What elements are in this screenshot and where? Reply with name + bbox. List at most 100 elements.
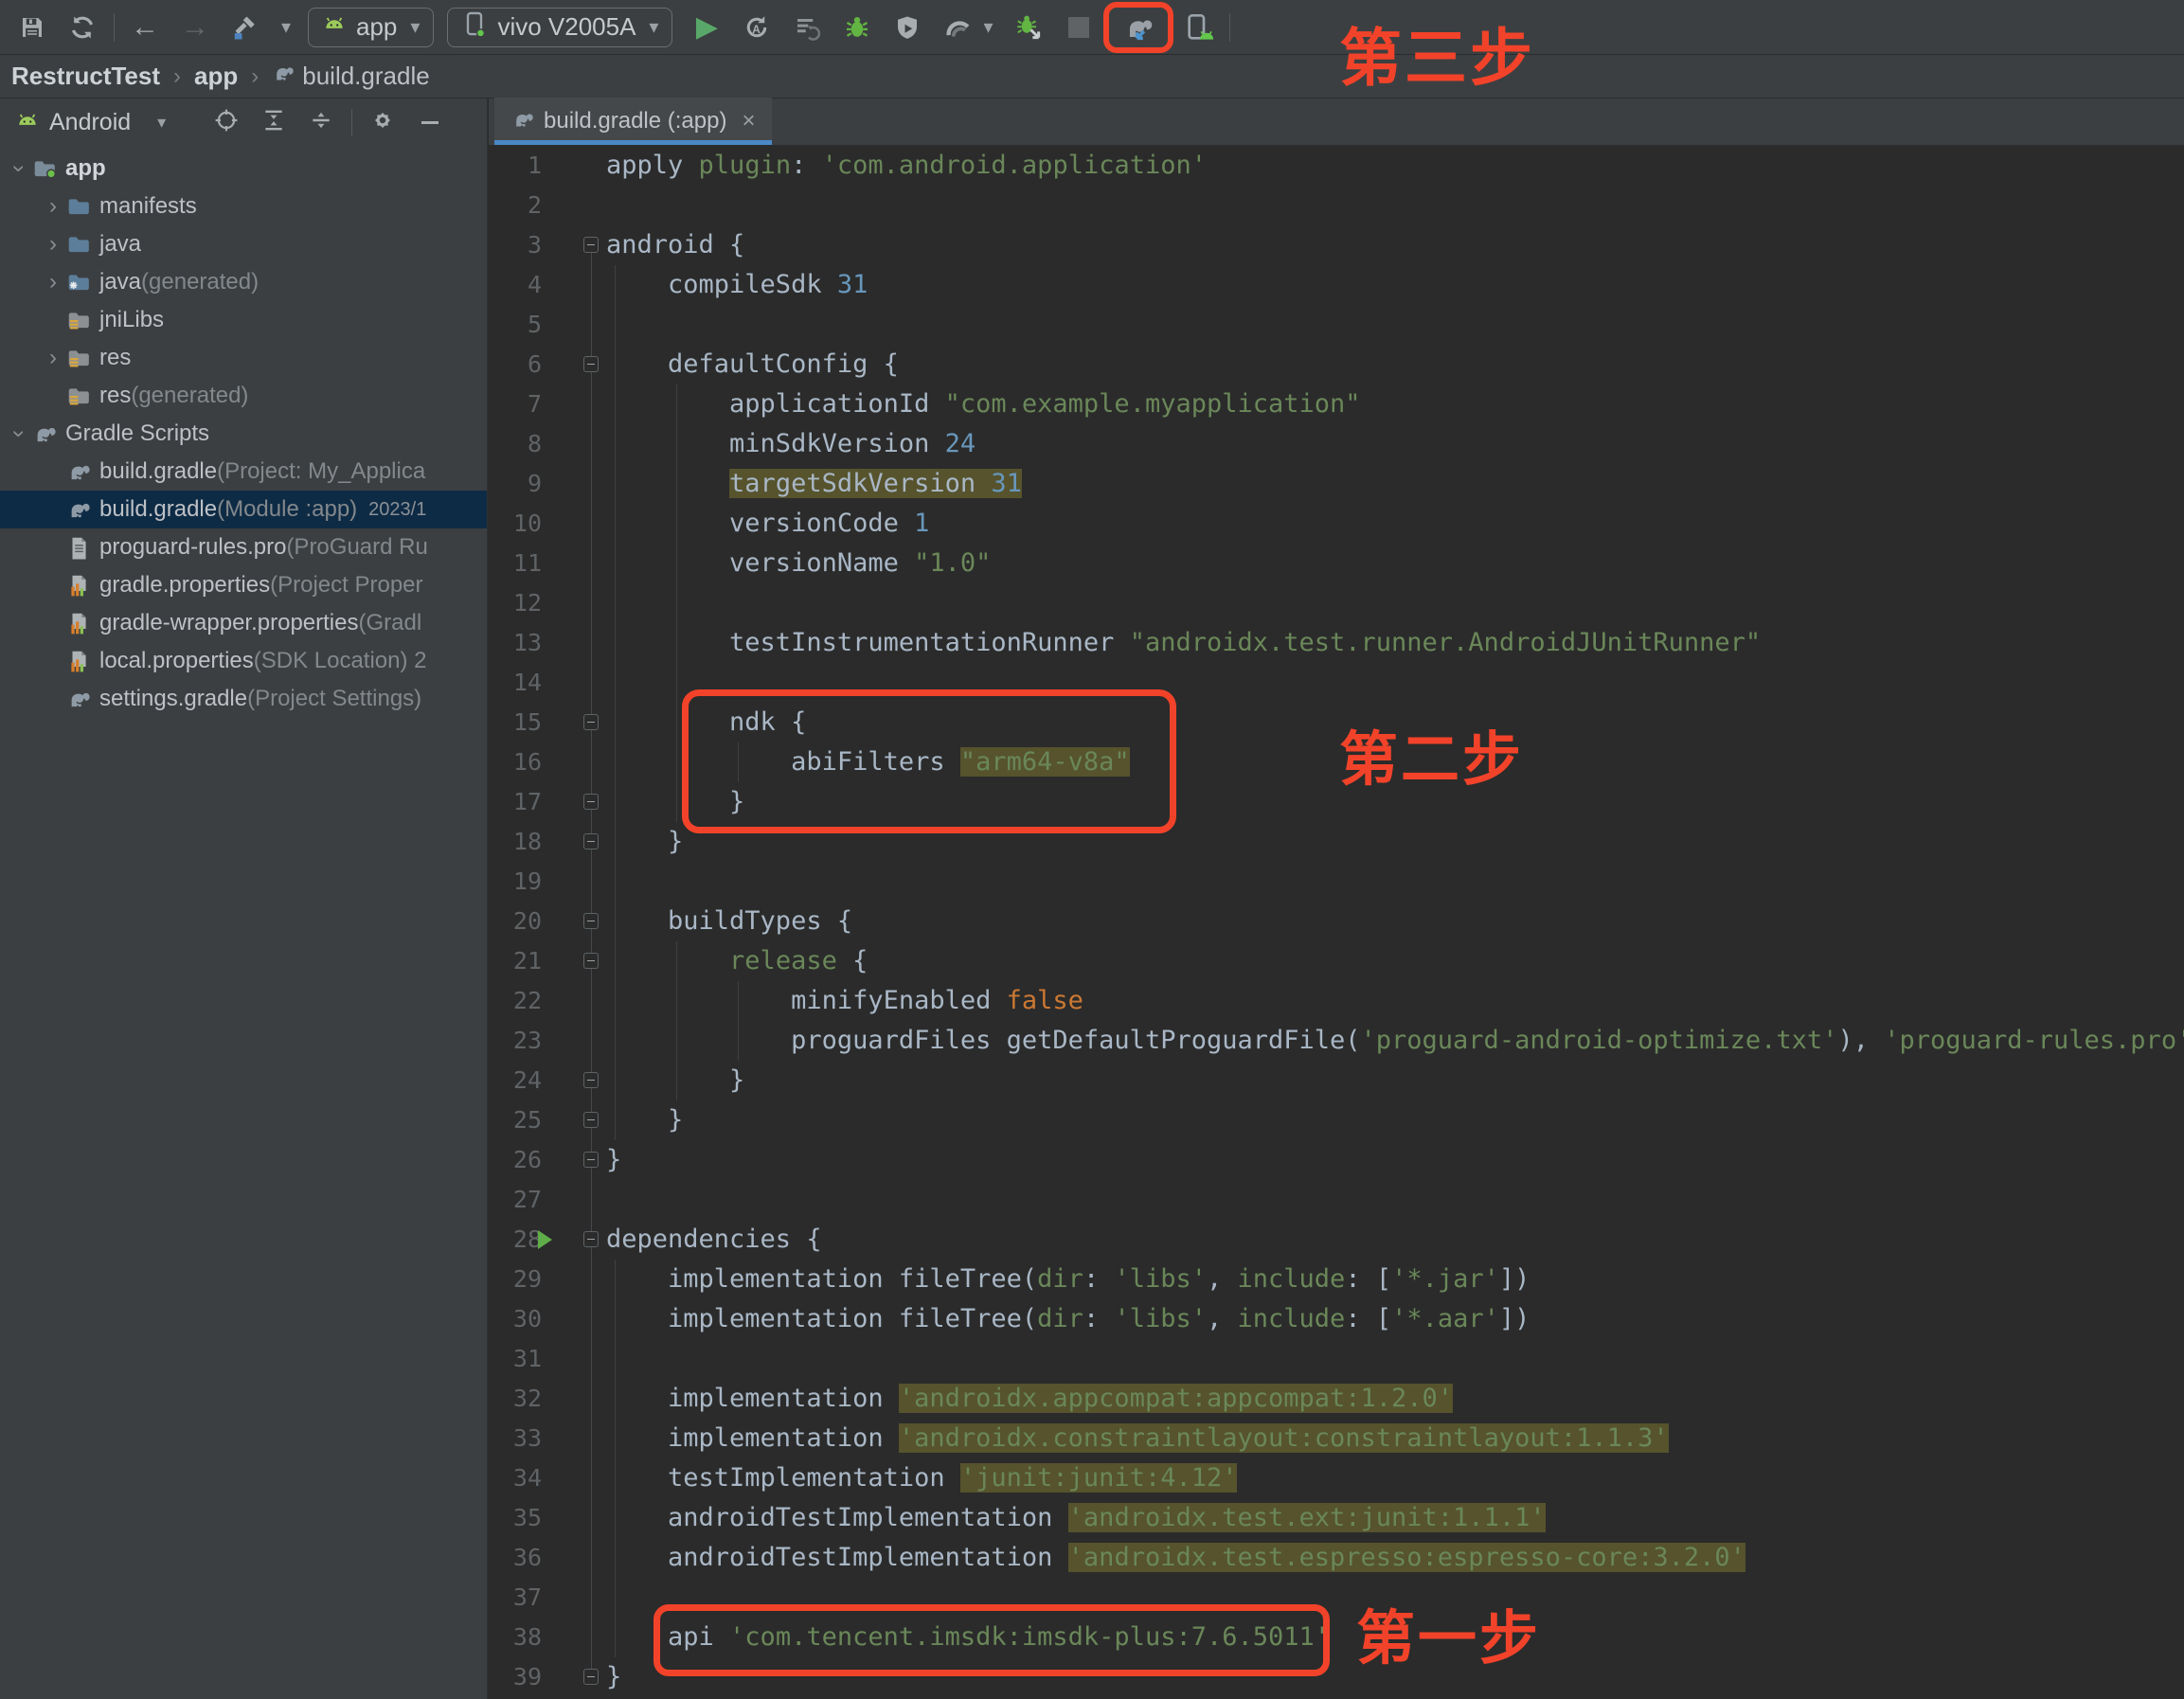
code-editor[interactable]: 1apply plugin: 'com.android.application'…	[489, 146, 2184, 1699]
close-tab-icon[interactable]: ×	[742, 108, 755, 134]
run-gutter-icon[interactable]	[538, 1230, 552, 1249]
code-line-19[interactable]: 19	[489, 862, 2184, 902]
code-line-31[interactable]: 31	[489, 1339, 2184, 1379]
code-line-26[interactable]: 26}	[489, 1140, 2184, 1180]
profile-button[interactable]	[888, 9, 926, 46]
tree-item-gradle-wrapper-properties[interactable]: gradle-wrapper.properties (Gradl	[0, 604, 487, 642]
tree-item-res[interactable]: ›res	[0, 339, 487, 377]
sync-files-button[interactable]	[63, 9, 101, 46]
code-line-23[interactable]: 23 proguardFiles getDefaultProguardFile(…	[489, 1021, 2184, 1061]
code-line-13[interactable]: 13 testInstrumentationRunner "androidx.t…	[489, 623, 2184, 663]
locate-file-button[interactable]	[209, 105, 243, 139]
code-line-36[interactable]: 36 androidTestImplementation 'androidx.t…	[489, 1538, 2184, 1578]
tree-item-proguard-rules-pro[interactable]: proguard-rules.pro (ProGuard Ru	[0, 528, 487, 566]
fold-marker-up[interactable]	[583, 1669, 599, 1685]
attach-debugger-button[interactable]	[1010, 9, 1047, 46]
stop-button[interactable]	[1060, 9, 1098, 46]
back-button[interactable]: ←	[126, 9, 164, 46]
code-line-22[interactable]: 22 minifyEnabled false	[489, 981, 2184, 1021]
code-line-7[interactable]: 7 applicationId "com.example.myapplicati…	[489, 385, 2184, 424]
gradle-sync-button[interactable]	[1119, 9, 1157, 46]
breadcrumb-file[interactable]: build.gradle	[302, 62, 429, 91]
chevron-down-icon[interactable]: ▾	[157, 113, 166, 133]
debug-button[interactable]	[838, 9, 876, 46]
run-button[interactable]: ▶	[688, 9, 725, 46]
chevron-right-icon[interactable]: ›	[40, 345, 66, 371]
fold-marker-up[interactable]	[583, 1152, 599, 1168]
fold-marker-down[interactable]	[583, 356, 599, 372]
device-manager-button[interactable]	[1179, 9, 1217, 46]
tree-item-java[interactable]: ›java	[0, 225, 487, 263]
device-select[interactable]: vivo V2005A ▾	[447, 8, 672, 47]
apply-code-changes-button[interactable]	[788, 9, 826, 46]
fold-marker-down[interactable]	[583, 1231, 599, 1247]
code-line-8[interactable]: 8 minSdkVersion 24	[489, 424, 2184, 464]
tree-item-build-gradle[interactable]: build.gradle (Module :app)2023/1	[0, 491, 487, 528]
coverage-button[interactable]	[939, 9, 976, 46]
code-line-27[interactable]: 27	[489, 1180, 2184, 1220]
tree-item-java[interactable]: ›java (generated)	[0, 263, 487, 301]
code-line-3[interactable]: 3android {	[489, 225, 2184, 265]
chevron-right-icon[interactable]: ›	[40, 269, 66, 295]
fold-marker-down[interactable]	[583, 953, 599, 969]
expand-all-button[interactable]	[257, 105, 291, 139]
forward-button[interactable]: →	[176, 9, 214, 46]
code-line-29[interactable]: 29 implementation fileTree(dir: 'libs', …	[489, 1260, 2184, 1299]
gutter: 14	[489, 663, 606, 703]
code-line-32[interactable]: 32 implementation 'androidx.appcompat:ap…	[489, 1379, 2184, 1419]
fold-marker-up[interactable]	[583, 833, 599, 850]
build-project-button[interactable]	[226, 9, 264, 46]
code-line-30[interactable]: 30 implementation fileTree(dir: 'libs', …	[489, 1299, 2184, 1339]
project-view-selector[interactable]: Android	[49, 109, 131, 136]
tree-item-local-properties[interactable]: local.properties (SDK Location) 2	[0, 642, 487, 680]
tree-item-app[interactable]: ›app	[0, 150, 487, 188]
fold-marker-up[interactable]	[583, 1112, 599, 1128]
hide-panel-button[interactable]	[413, 105, 447, 139]
code-line-6[interactable]: 6 defaultConfig {	[489, 345, 2184, 385]
line-number: 24	[496, 1061, 542, 1100]
code-line-12[interactable]: 12	[489, 583, 2184, 623]
code-line-28[interactable]: 28dependencies {	[489, 1220, 2184, 1260]
tree-item-build-gradle[interactable]: build.gradle (Project: My_Applica	[0, 453, 487, 491]
code-line-20[interactable]: 20 buildTypes {	[489, 902, 2184, 941]
panel-settings-button[interactable]	[366, 105, 400, 139]
code-line-34[interactable]: 34 testImplementation 'junit:junit:4.12'	[489, 1458, 2184, 1498]
save-all-button[interactable]	[13, 9, 51, 46]
chevron-down-icon[interactable]: ›	[6, 420, 32, 447]
tree-item-jnilibs[interactable]: jniLibs	[0, 301, 487, 339]
code-line-9[interactable]: 9 targetSdkVersion 31	[489, 464, 2184, 504]
code-line-21[interactable]: 21 release {	[489, 941, 2184, 981]
code-line-10[interactable]: 10 versionCode 1	[489, 504, 2184, 544]
code-line-11[interactable]: 11 versionName "1.0"	[489, 544, 2184, 583]
code-line-33[interactable]: 33 implementation 'androidx.constraintla…	[489, 1419, 2184, 1458]
fold-marker-down[interactable]	[583, 237, 599, 253]
code-line-4[interactable]: 4 compileSdk 31	[489, 265, 2184, 305]
tree-item-gradle-properties[interactable]: gradle.properties (Project Proper	[0, 566, 487, 604]
chevron-right-icon[interactable]: ›	[40, 231, 66, 258]
chevron-right-icon[interactable]: ›	[40, 193, 66, 220]
fold-marker-down[interactable]	[583, 714, 599, 730]
tab-build-gradle-app[interactable]: build.gradle (:app) ×	[494, 98, 772, 145]
chevron-down-icon[interactable]: ›	[6, 155, 32, 182]
breadcrumb-module[interactable]: app	[194, 62, 238, 91]
fold-marker-up[interactable]	[583, 1072, 599, 1088]
code-line-35[interactable]: 35 androidTestImplementation 'androidx.t…	[489, 1498, 2184, 1538]
fold-marker-up[interactable]	[583, 794, 599, 810]
run-configuration-select[interactable]: app ▾	[308, 8, 434, 47]
tree-item-gradle-scripts[interactable]: ›Gradle Scripts	[0, 415, 487, 453]
tree-item-settings-gradle[interactable]: settings.gradle (Project Settings)	[0, 680, 487, 718]
gutter: 38	[489, 1618, 606, 1657]
code-line-25[interactable]: 25 }	[489, 1100, 2184, 1140]
build-options-chevron[interactable]: ▾	[277, 15, 295, 39]
code-line-24[interactable]: 24 }	[489, 1061, 2184, 1100]
collapse-all-button[interactable]	[304, 105, 338, 139]
code-line-5[interactable]: 5	[489, 305, 2184, 345]
code-line-1[interactable]: 1apply plugin: 'com.android.application'	[489, 146, 2184, 186]
tree-item-res[interactable]: res (generated)	[0, 377, 487, 415]
breadcrumb-project[interactable]: RestructTest	[11, 62, 160, 91]
tree-item-manifests[interactable]: ›manifests	[0, 188, 487, 225]
restart-activity-button[interactable]: A	[738, 9, 776, 46]
coverage-options-chevron[interactable]: ▾	[978, 15, 997, 39]
code-line-2[interactable]: 2	[489, 186, 2184, 225]
fold-marker-down[interactable]	[583, 913, 599, 929]
